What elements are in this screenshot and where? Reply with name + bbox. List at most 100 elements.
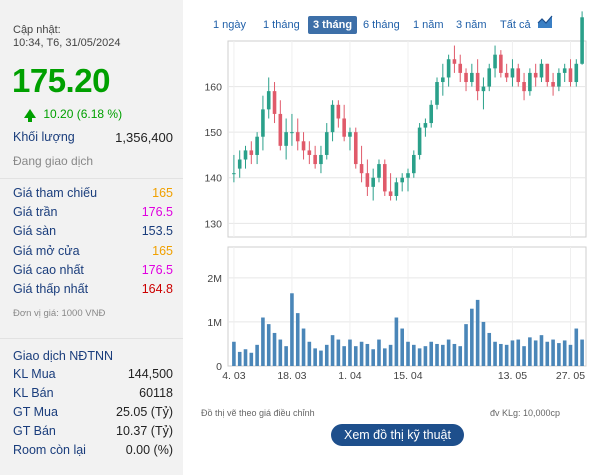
volume-bar <box>388 344 393 366</box>
candle-body <box>458 63 463 73</box>
volume-bar <box>319 350 323 366</box>
foreign-row: GT Mua 25.05 (Tỷ) <box>13 405 173 419</box>
foreign-value: 25.05 (Tỷ) <box>116 405 173 419</box>
candle-body <box>441 77 445 83</box>
candle-body <box>406 173 410 178</box>
foreign-label: GT Bán <box>13 424 56 438</box>
volume-bar <box>249 352 254 366</box>
x-tick-label: 13. 05 <box>498 370 527 382</box>
candle-body <box>272 91 277 114</box>
volume-bar <box>301 328 306 366</box>
volume-bar <box>580 339 584 366</box>
volume-bar <box>446 339 451 366</box>
candle-body <box>284 132 288 146</box>
candle-body <box>435 82 439 105</box>
foreign-value: 0.00 (%) <box>125 443 173 457</box>
volume-bar <box>435 343 439 366</box>
volume-bar <box>470 308 474 366</box>
volume-bar <box>539 335 544 366</box>
candle-body <box>493 54 497 69</box>
volume-bar <box>545 341 550 366</box>
x-tick-label: 1. 04 <box>338 370 362 382</box>
candle-body <box>307 150 312 155</box>
candle-body <box>562 68 567 73</box>
volume-bar <box>342 346 346 366</box>
candle-body <box>371 177 375 187</box>
candle-body <box>580 17 584 64</box>
candle-body <box>510 68 515 78</box>
candle-body <box>319 154 323 165</box>
candle-body <box>249 150 254 155</box>
volume-bar <box>562 340 567 366</box>
candle-body <box>557 72 561 87</box>
volume-bar <box>348 339 352 366</box>
volume-bar <box>487 332 492 366</box>
chart-note-adjusted: Đồ thị vẽ theo giá điều chỉnh <box>201 408 315 418</box>
candle-body <box>475 72 480 92</box>
stock-widget: Cập nhật: 10:34, T6, 31/05/2024 175.20 1… <box>0 0 590 475</box>
candle-body <box>464 72 468 83</box>
volume-bar <box>261 317 265 366</box>
volume-tick-label: 2M <box>207 273 222 285</box>
candle-body <box>522 82 526 92</box>
foreign-label: GT Mua <box>13 405 58 419</box>
volume-bar <box>441 344 445 366</box>
candle-body <box>348 132 352 137</box>
foreign-value: 10.37 (Tỷ) <box>116 424 173 438</box>
candle-body <box>539 63 544 78</box>
candle-body <box>243 150 248 160</box>
volume-bar <box>568 344 573 366</box>
volume-bar <box>475 299 480 366</box>
volume-bar <box>255 344 259 366</box>
candle-body <box>255 136 259 155</box>
price-tick-label: 160 <box>204 82 222 94</box>
x-tick-label: 27. 05 <box>556 370 585 382</box>
volume-bar <box>336 339 341 366</box>
volume-bar <box>353 346 358 366</box>
volume-bar <box>272 332 277 366</box>
candle-body <box>446 59 451 78</box>
candle-body <box>423 123 428 128</box>
volume-bar <box>324 344 329 366</box>
technical-chart-button[interactable]: Xem đồ thị kỹ thuật <box>331 424 464 446</box>
candle-body <box>365 173 370 187</box>
volume-bar <box>394 317 399 366</box>
volume-bar <box>330 335 335 366</box>
volume-bar <box>493 341 497 366</box>
candle-body <box>295 132 300 142</box>
x-tick-label: 15. 04 <box>393 370 422 382</box>
candle-body <box>359 164 364 174</box>
candle-body <box>533 72 538 78</box>
volume-bar <box>528 337 532 366</box>
candle-body <box>574 63 579 83</box>
candle-body <box>342 118 346 137</box>
candle-body <box>232 173 236 175</box>
candle-body <box>313 154 317 165</box>
candle-body <box>324 132 329 155</box>
candle-body <box>481 86 486 92</box>
foreign-row: Room còn lại 0.00 (%) <box>13 443 173 457</box>
candle-body <box>429 104 434 124</box>
candle-body <box>400 177 404 183</box>
x-tick-label: 18. 03 <box>277 370 306 382</box>
volume-bar <box>377 339 381 366</box>
volume-bar <box>429 341 434 366</box>
candle-body <box>353 132 358 165</box>
volume-bar <box>452 343 457 366</box>
price-tick-label: 130 <box>204 218 222 230</box>
volume-bar <box>481 321 486 366</box>
price-tick-label: 150 <box>204 127 222 139</box>
candle-body <box>516 68 521 83</box>
candle-body <box>261 109 265 137</box>
volume-bar <box>522 346 526 366</box>
volume-bar <box>499 343 503 366</box>
volume-bar <box>266 324 271 366</box>
volume-bar <box>307 341 312 366</box>
volume-bar <box>412 344 416 366</box>
candle-body <box>278 113 283 146</box>
candle-body <box>470 72 474 83</box>
volume-bar <box>237 351 242 366</box>
volume-bar <box>551 339 555 366</box>
x-tick-label: 4. 03 <box>222 370 246 382</box>
candle-body <box>487 68 492 87</box>
